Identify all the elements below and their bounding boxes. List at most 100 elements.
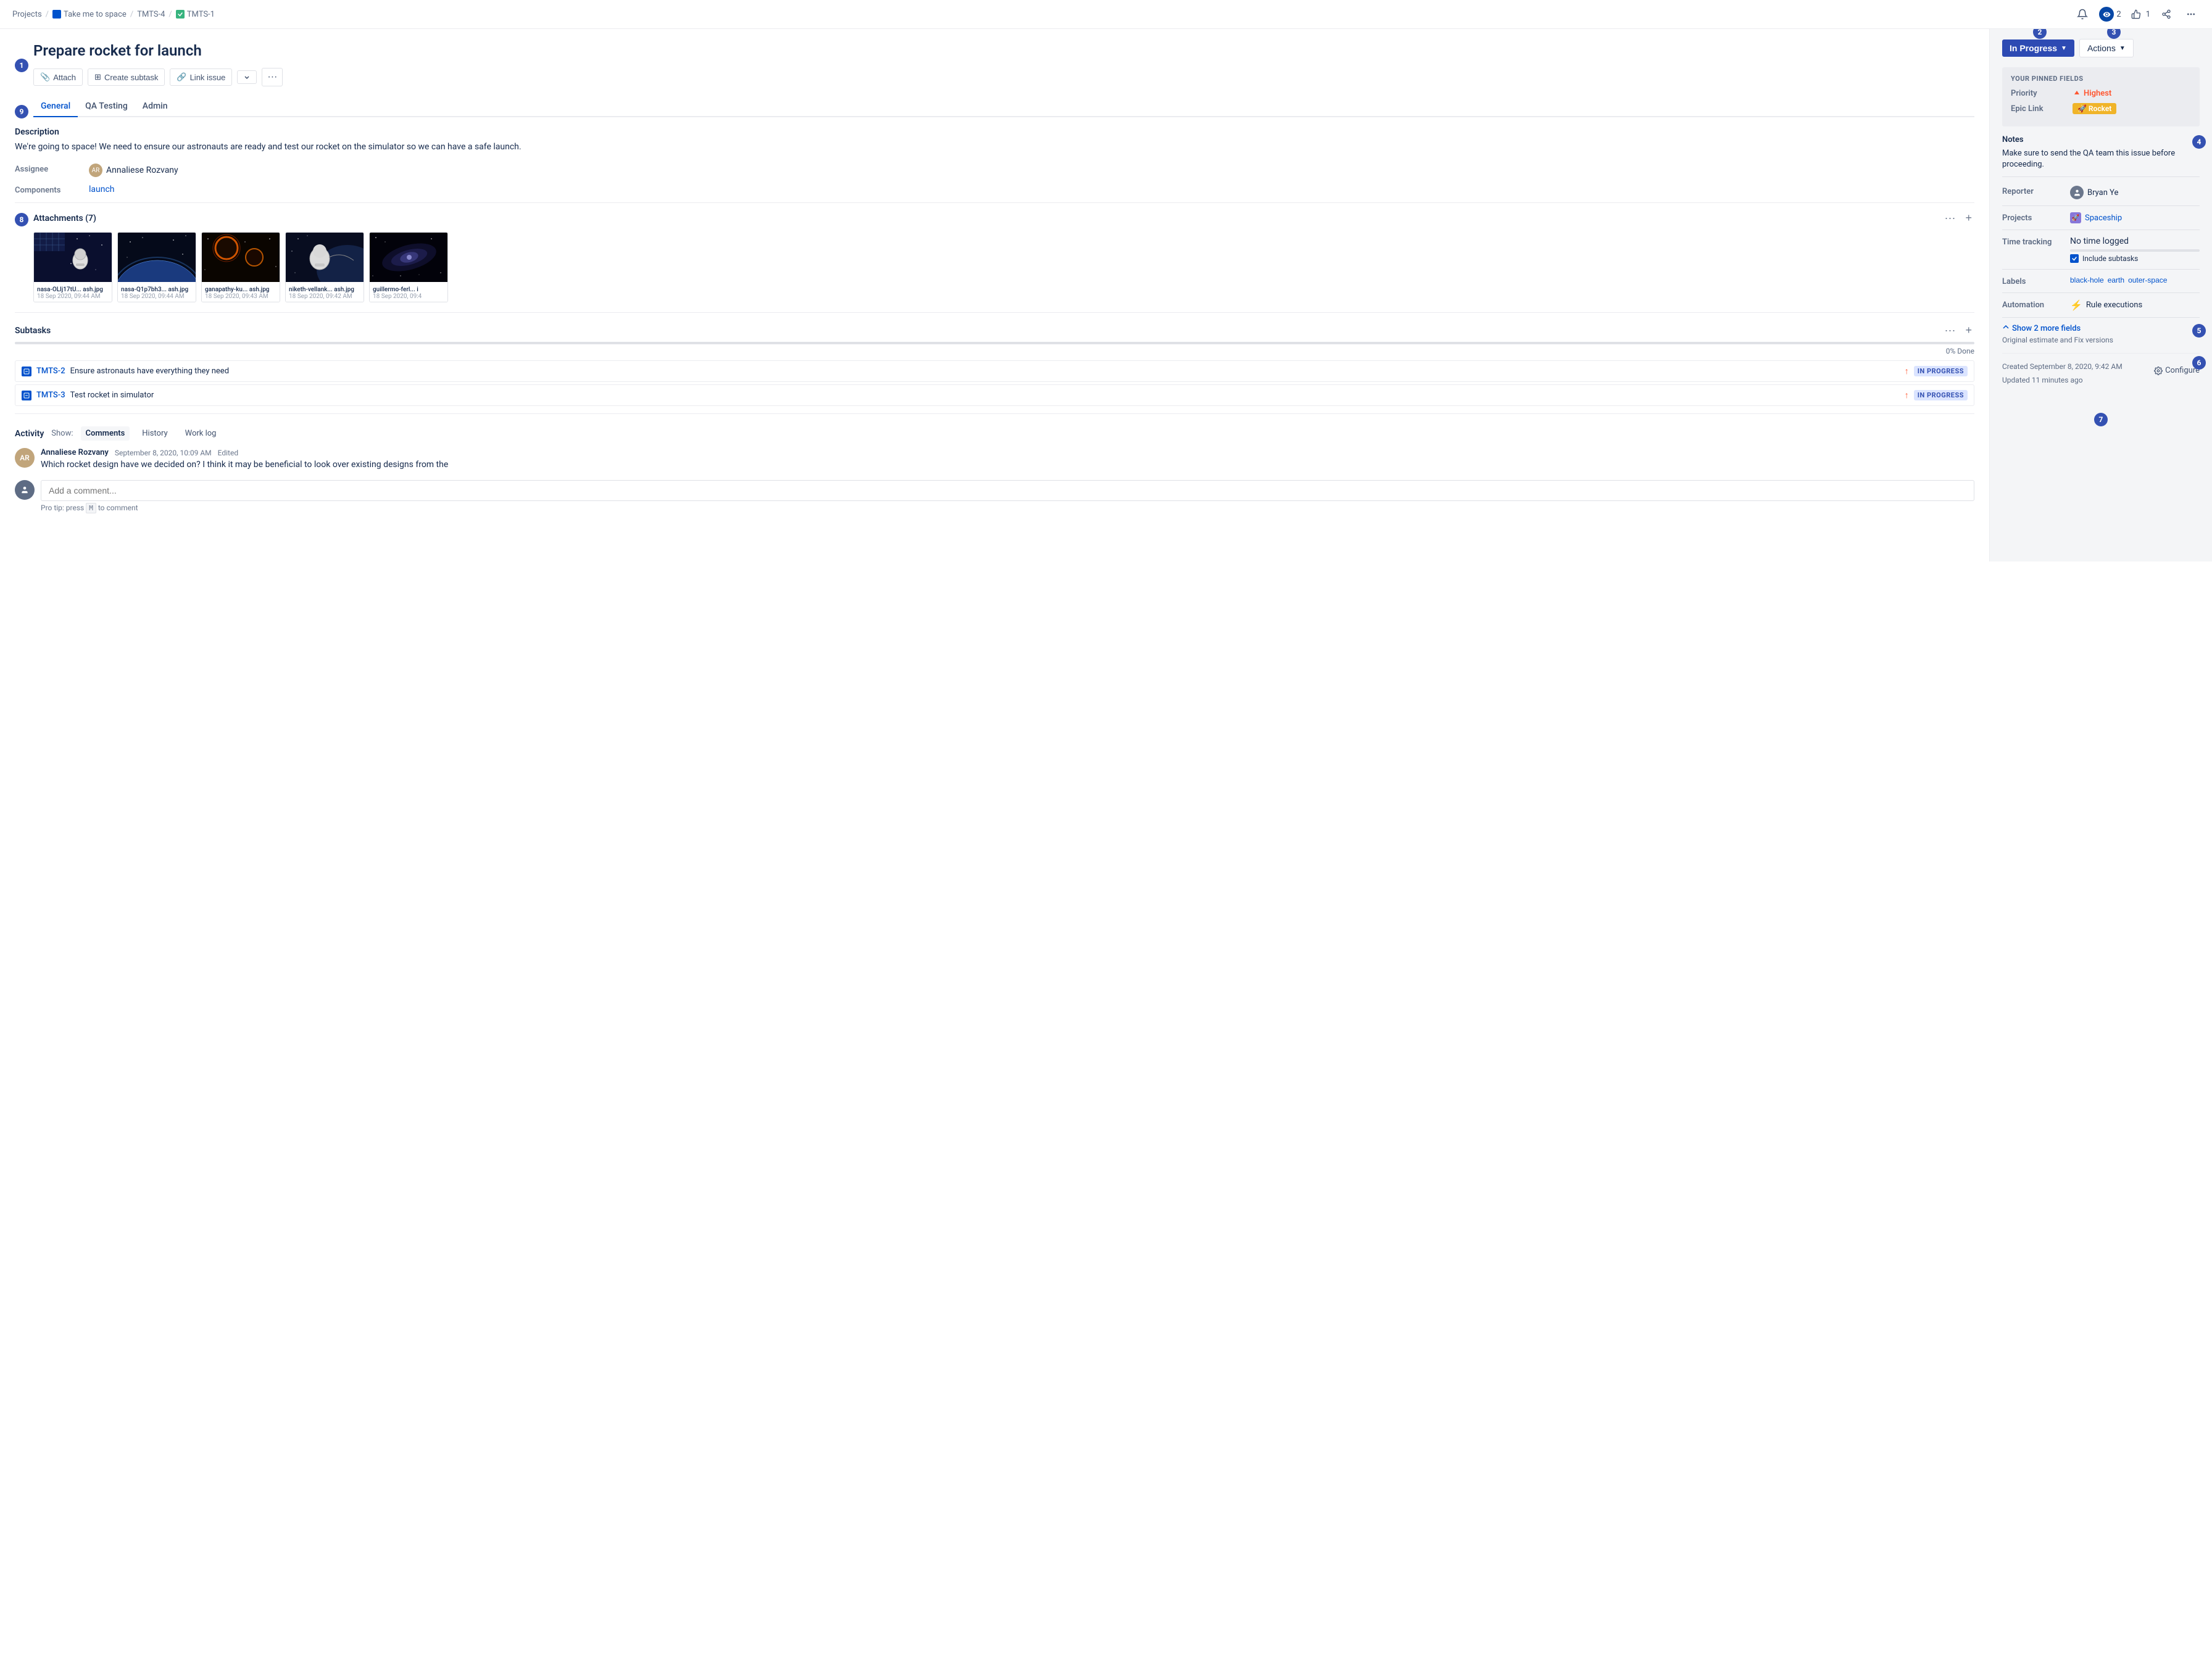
callout-8: 8 <box>15 213 28 226</box>
label-outer-space[interactable]: outer-space <box>2128 276 2167 284</box>
attachment-4[interactable]: niketh-vellank... ash.jpg 18 Sep 2020, 0… <box>285 232 364 302</box>
comment-input[interactable] <box>41 480 1974 501</box>
attachment-5[interactable]: guillermo-ferl... i 18 Sep 2020, 09:4 <box>369 232 448 302</box>
breadcrumb-sep1: / <box>46 10 49 19</box>
subtask-2-id[interactable]: TMTS-3 <box>36 391 65 400</box>
label-earth[interactable]: earth <box>2108 276 2124 284</box>
subtasks-more-btn[interactable]: ··· <box>1942 323 1958 338</box>
attachment-4-meta: niketh-vellank... ash.jpg 18 Sep 2020, 0… <box>286 284 364 302</box>
callout-1: 1 <box>15 59 28 72</box>
top-icons: 2 1 <box>2073 6 2200 22</box>
breadcrumb-parent[interactable]: TMTS-4 <box>137 10 165 19</box>
attachment-2-name: nasa-Q1p7bh3... ash.jpg <box>121 286 193 293</box>
like-count: 1 <box>2146 10 2150 19</box>
status-actions-container: 2 3 In Progress ▼ Actions ▼ <box>2002 39 2200 57</box>
activity-section: Activity Show: Comments History Work log… <box>15 426 1974 512</box>
breadcrumb-project[interactable]: Take me to space <box>64 10 127 19</box>
description-label: Description <box>15 127 1974 137</box>
meta-row: Created September 8, 2020, 9:42 AM Updat… <box>2002 361 2200 388</box>
attachment-3[interactable]: ganapathy-ku... ash.jpg 18 Sep 2020, 09:… <box>201 232 280 302</box>
comment-1-header: Annaliese Rozvany September 8, 2020, 10:… <box>41 448 1974 457</box>
breadcrumb-projects[interactable]: Projects <box>12 10 42 19</box>
pinned-fields-title: YOUR PINNED FIELDS <box>2011 75 2191 83</box>
pro-tip-suffix: to comment <box>98 503 138 512</box>
assignee-label: Assignee <box>15 164 89 174</box>
tab-qa-testing[interactable]: QA Testing <box>78 96 135 117</box>
attach-btn[interactable]: 📎 Attach <box>33 68 83 86</box>
comment-input-wrapper: Pro tip: press M to comment <box>41 480 1974 512</box>
notes-text: Make sure to send the QA team this issue… <box>2002 148 2200 177</box>
automation-text: Rule executions <box>2086 300 2142 310</box>
bottom-spacer <box>15 512 1974 549</box>
comment-1-body: Annaliese Rozvany September 8, 2020, 10:… <box>41 448 1974 471</box>
subtask-1-name: Ensure astronauts have everything they n… <box>70 367 229 376</box>
pro-tip-key: M <box>86 503 96 513</box>
subtasks-add-btn[interactable]: + <box>1963 323 1974 338</box>
attachment-1-meta: nasa-OLlj17tU... ash.jpg 18 Sep 2020, 09… <box>34 284 112 302</box>
share-btn[interactable] <box>2158 7 2175 22</box>
tab-admin[interactable]: Admin <box>135 96 175 117</box>
breadcrumb-issue[interactable]: TMTS-1 <box>187 10 215 19</box>
attachment-2[interactable]: nasa-Q1p7bh3... ash.jpg 18 Sep 2020, 09:… <box>117 232 196 302</box>
label-black-hole[interactable]: black-hole <box>2070 276 2104 284</box>
activity-tab-history[interactable]: History <box>137 426 172 441</box>
tab-general[interactable]: General <box>33 96 78 117</box>
attachments-grid: nasa-OLlj17tU... ash.jpg 18 Sep 2020, 09… <box>33 232 1974 305</box>
attachment-5-name: guillermo-ferl... i <box>373 286 444 293</box>
configure-container: 6 Configure <box>2154 361 2200 375</box>
assignee-avatar: AR <box>89 164 102 177</box>
spaceship-project-icon: 🚀 <box>2070 212 2081 223</box>
toolbar-dropdown-btn[interactable] <box>237 70 257 84</box>
pf-priority-value: Highest <box>2073 89 2111 98</box>
priority-value-text: Highest <box>2084 89 2111 98</box>
attachments-add-btn[interactable]: + <box>1963 210 1974 226</box>
like-container: 1 <box>2129 8 2150 20</box>
attachment-1[interactable]: nasa-OLlj17tU... ash.jpg 18 Sep 2020, 09… <box>33 232 112 302</box>
activity-tab-worklog[interactable]: Work log <box>180 426 222 441</box>
attachment-1-date: 18 Sep 2020, 09:44 AM <box>37 293 109 300</box>
components-link[interactable]: launch <box>89 184 115 194</box>
comment-1-edited: Edited <box>218 449 238 457</box>
progress-label: 0% Done <box>1946 347 1974 355</box>
divider-1 <box>15 202 1974 203</box>
attachment-2-image <box>118 233 196 282</box>
like-btn[interactable] <box>2129 8 2143 20</box>
right-panel: 2 3 In Progress ▼ Actions ▼ YOUR PINNED … <box>1990 29 2212 561</box>
activity-tab-comments[interactable]: Comments <box>81 426 130 441</box>
status-btn[interactable]: In Progress ▼ <box>2002 39 2074 57</box>
create-subtask-label: Create subtask <box>104 73 158 82</box>
labels-row: Labels black-hole earth outer-space <box>2002 276 2200 293</box>
divider-2 <box>15 312 1974 313</box>
labels-value: black-hole earth outer-space <box>2070 276 2167 284</box>
show-more-link[interactable]: Show 2 more fields <box>2002 324 2200 333</box>
subtask-1-id[interactable]: TMTS-2 <box>36 367 65 376</box>
toolbar-more-btn[interactable]: ··· <box>262 68 283 86</box>
right-divider <box>2002 353 2200 354</box>
bell-icon-btn[interactable] <box>2073 6 2092 22</box>
attachments-actions: ··· + <box>1942 210 1975 226</box>
attachments-more-btn[interactable]: ··· <box>1942 210 1958 226</box>
reporter-label: Reporter <box>2002 186 2070 196</box>
project-name-link[interactable]: Spaceship <box>2085 213 2122 223</box>
more-options-btn[interactable] <box>2182 7 2200 22</box>
epic-badge[interactable]: 🚀 Rocket <box>2073 103 2116 114</box>
assignee-name: Annaliese Rozvany <box>106 165 178 175</box>
reporter-row: Reporter Bryan Ye <box>2002 186 2200 206</box>
created-text: Created September 8, 2020, 9:42 AM <box>2002 361 2123 372</box>
time-tracking-label: Time tracking <box>2002 236 2070 247</box>
pf-epic-label: Epic Link <box>2011 104 2073 114</box>
attachment-5-meta: guillermo-ferl... i 18 Sep 2020, 09:4 <box>370 284 447 302</box>
comment-1: AR Annaliese Rozvany September 8, 2020, … <box>15 448 1974 471</box>
subtask-1[interactable]: TMTS-2 Ensure astronauts have everything… <box>15 360 1974 382</box>
attachments-header: Attachments (7) ··· + <box>33 210 1974 226</box>
status-chevron-icon: ▼ <box>2061 45 2067 52</box>
notes-section: 4 Notes Make sure to send the QA team th… <box>2002 135 2200 177</box>
create-subtask-btn[interactable]: ⊞ Create subtask <box>88 68 165 86</box>
attach-label: Attach <box>53 73 76 82</box>
activity-header: Activity Show: Comments History Work log <box>15 426 1974 441</box>
subtask-2[interactable]: TMTS-3 Test rocket in simulator ↑ IN PRO… <box>15 384 1974 406</box>
comment-1-date: September 8, 2020, 10:09 AM <box>115 449 212 457</box>
link-issue-btn[interactable]: 🔗 Link issue <box>170 68 232 86</box>
include-subtasks-checkbox[interactable] <box>2070 254 2079 263</box>
actions-btn[interactable]: Actions ▼ <box>2079 39 2134 57</box>
